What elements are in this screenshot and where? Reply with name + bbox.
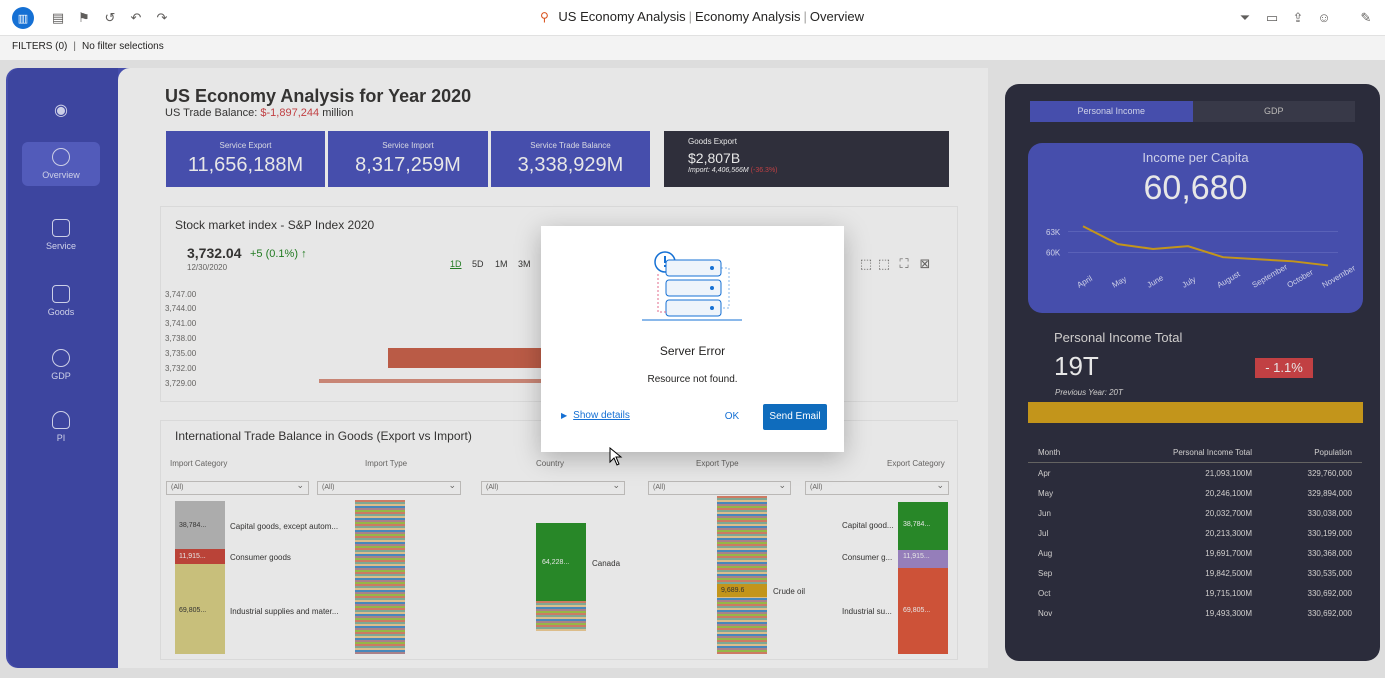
redo-icon[interactable]: ↷ [154,10,170,26]
report-title: ⚲ US Economy Analysis | Economy Analysis | O… [540,9,865,24]
filters-label[interactable]: FILTERS (0) [12,41,67,52]
filters-value: No filter selections [82,41,164,52]
file-icon[interactable]: ▤ [50,10,66,26]
show-details-label: Show details [573,410,630,421]
show-details-link[interactable]: ▶ Show details [561,410,630,421]
mouse-cursor-icon [609,447,623,466]
export-icon[interactable]: ⇪ [1290,10,1306,26]
app-logo-icon[interactable]: ▥ [12,7,34,29]
server-error-dialog: Server Error Resource not found. ▶ Show d… [541,226,844,452]
history-icon[interactable]: ↺ [102,10,118,26]
send-email-button[interactable]: Send Email [763,404,827,430]
edit-icon[interactable]: ✎ [1358,10,1374,26]
filter-icon[interactable]: ⏷ [1237,10,1253,26]
undo-icon[interactable]: ↶ [128,10,144,26]
filter-bar: FILTERS (0) | No filter selections [0,36,1385,60]
comment-icon[interactable]: ▭ [1264,10,1280,26]
top-bar: ▥ ▤ ⚑ ↺ ↶ ↷ ⚲ US Economy Analysis | Econom… [0,0,1385,36]
server-error-illustration-icon [642,251,742,321]
user-icon[interactable]: ☺ [1316,10,1332,26]
title-part-1: US Economy Analysis [558,9,686,24]
dialog-title: Server Error [659,344,726,358]
ok-button[interactable]: OK [717,404,747,430]
title-part-3: Overview [809,9,865,24]
title-part-2: Economy Analysis [694,9,801,24]
bookmark-icon[interactable]: ⚑ [76,10,92,26]
pin-icon: ⚲ [540,10,549,24]
caret-right-icon: ▶ [561,411,568,420]
dialog-message: Resource not found. [647,374,738,385]
